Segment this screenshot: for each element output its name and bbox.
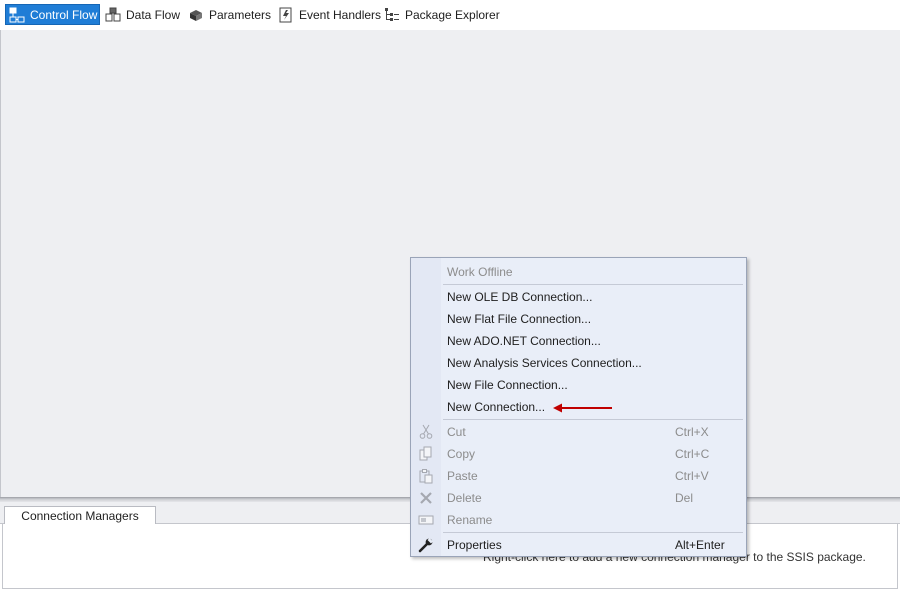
tab-label: Data Flow	[126, 7, 181, 22]
menu-separator	[443, 284, 743, 285]
menu-item-shortcut: Ctrl+C	[675, 447, 710, 461]
package-explorer-icon	[384, 7, 400, 23]
tab-control-flow[interactable]: Control Flow	[5, 4, 100, 25]
control-flow-icon	[9, 7, 25, 23]
menu-item-label: New OLE DB Connection...	[447, 290, 593, 304]
paste-icon	[418, 468, 434, 484]
designer-tab-strip: Control Flow Data Flow Parameters Event …	[0, 0, 900, 30]
menu-item-label: New File Connection...	[447, 378, 568, 392]
cut-icon	[418, 424, 434, 440]
menu-separator	[443, 532, 743, 533]
event-handlers-icon	[278, 7, 294, 23]
tab-label: Event Handlers	[299, 7, 382, 22]
menu-item-work-offline[interactable]: Work Offline	[411, 261, 746, 283]
menu-item-delete[interactable]: Delete Del	[411, 487, 746, 509]
data-flow-icon	[105, 7, 121, 23]
menu-item-new-adonet-connection[interactable]: New ADO.NET Connection...	[411, 330, 746, 352]
menu-item-label: Work Offline	[447, 265, 513, 279]
menu-item-label: Copy	[447, 447, 476, 461]
menu-item-paste[interactable]: Paste Ctrl+V	[411, 465, 746, 487]
annotation-arrow-icon	[553, 403, 612, 413]
tab-parameters[interactable]: Parameters	[188, 4, 271, 25]
menu-item-label: New Analysis Services Connection...	[447, 356, 642, 370]
wrench-icon	[418, 537, 434, 553]
delete-icon	[418, 490, 434, 506]
tab-label: Package Explorer	[405, 7, 500, 22]
menu-item-new-flat-file-connection[interactable]: New Flat File Connection...	[411, 308, 746, 330]
menu-item-cut[interactable]: Cut Ctrl+X	[411, 421, 746, 443]
menu-item-shortcut: Ctrl+V	[675, 469, 709, 483]
parameters-icon	[188, 7, 204, 23]
tab-label: Control Flow	[30, 7, 98, 22]
tab-event-handlers[interactable]: Event Handlers	[278, 4, 381, 25]
tab-data-flow[interactable]: Data Flow	[105, 4, 180, 25]
menu-item-label: Cut	[447, 425, 466, 439]
tab-label: Parameters	[209, 7, 272, 22]
tab-connection-managers[interactable]: Connection Managers	[4, 506, 156, 525]
menu-item-label: Paste	[447, 469, 478, 483]
menu-item-shortcut: Del	[675, 491, 694, 505]
menu-item-copy[interactable]: Copy Ctrl+C	[411, 443, 746, 465]
menu-separator	[443, 419, 743, 420]
menu-item-rename[interactable]: Rename	[411, 509, 746, 531]
rename-icon	[418, 512, 434, 528]
tab-package-explorer[interactable]: Package Explorer	[384, 4, 500, 25]
copy-icon	[418, 446, 434, 462]
menu-item-properties[interactable]: Properties Alt+Enter	[411, 534, 746, 556]
menu-item-new-analysis-services-connection[interactable]: New Analysis Services Connection...	[411, 352, 746, 374]
menu-item-label: Properties	[447, 538, 502, 552]
menu-item-label: Delete	[447, 491, 482, 505]
menu-item-label: Rename	[447, 513, 493, 527]
ssis-designer-window: Control Flow Data Flow Parameters Event …	[0, 0, 900, 591]
menu-item-shortcut: Ctrl+X	[675, 425, 709, 439]
menu-item-label: New Flat File Connection...	[447, 312, 592, 326]
menu-item-label: New ADO.NET Connection...	[447, 334, 601, 348]
menu-item-new-oledb-connection[interactable]: New OLE DB Connection...	[411, 286, 746, 308]
menu-item-new-file-connection[interactable]: New File Connection...	[411, 374, 746, 396]
menu-item-label: New Connection...	[447, 400, 546, 414]
menu-item-shortcut: Alt+Enter	[675, 538, 725, 552]
